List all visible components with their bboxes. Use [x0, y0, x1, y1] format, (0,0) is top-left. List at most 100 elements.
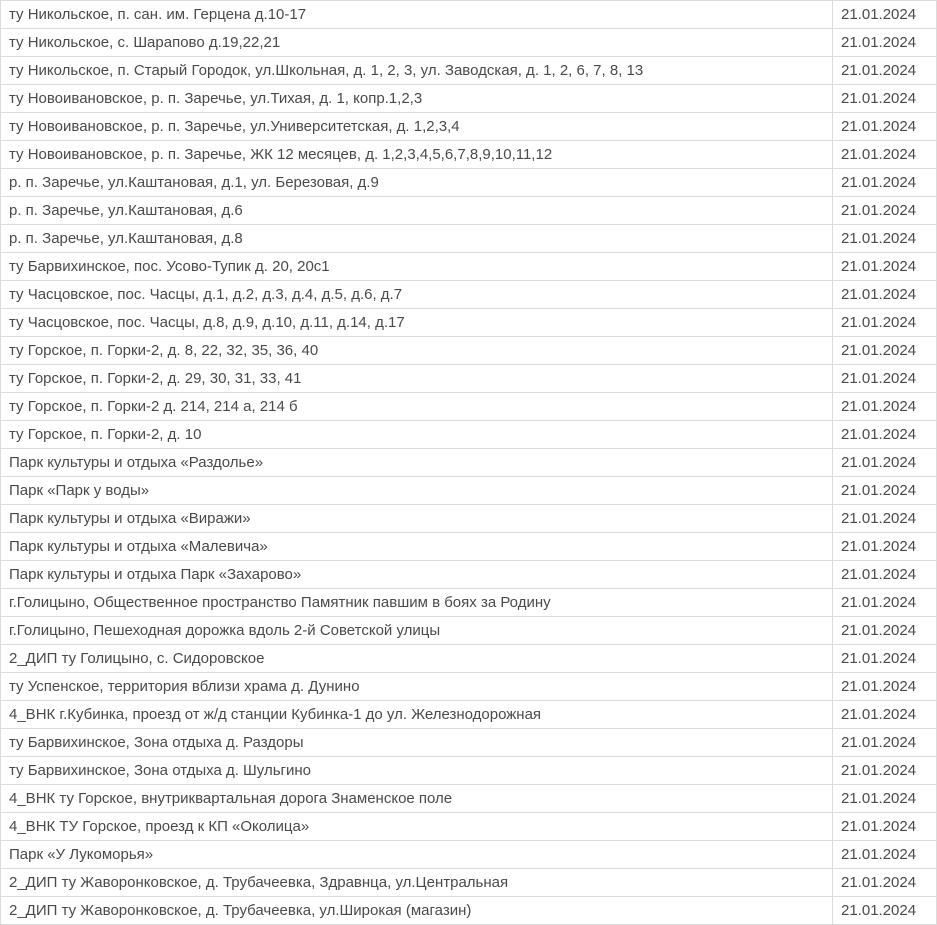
table-row: р. п. Заречье, ул.Каштановая, д.621.01.2…	[1, 197, 937, 225]
cell-address: 4_ВНК ТУ Горское, проезд к КП «Околица»	[1, 813, 833, 841]
cell-address: Парк культуры и отдыха «Виражи»	[1, 505, 833, 533]
cell-address: ту Часцовское, пос. Часцы, д.1, д.2, д.3…	[1, 281, 833, 309]
cell-date: 21.01.2024	[833, 421, 937, 449]
cell-date: 21.01.2024	[833, 589, 937, 617]
table-row: 2_ДИП ту Жаворонковское, д. Трубачеевка,…	[1, 869, 937, 897]
table-row: ту Никольское, с. Шарапово д.19,22,2121.…	[1, 29, 937, 57]
table-row: ту Горское, п. Горки-2, д. 29, 30, 31, 3…	[1, 365, 937, 393]
cell-address: 4_ВНК г.Кубинка, проезд от ж/д станции К…	[1, 701, 833, 729]
cell-address: ту Горское, п. Горки-2, д. 8, 22, 32, 35…	[1, 337, 833, 365]
cell-date: 21.01.2024	[833, 841, 937, 869]
table-row: Парк «У Лукоморья»21.01.2024	[1, 841, 937, 869]
cell-date: 21.01.2024	[833, 57, 937, 85]
cell-date: 21.01.2024	[833, 309, 937, 337]
cell-date: 21.01.2024	[833, 533, 937, 561]
cell-address: р. п. Заречье, ул.Каштановая, д.1, ул. Б…	[1, 169, 833, 197]
table-row: ту Новоивановское, р. п. Заречье, ул.Тих…	[1, 85, 937, 113]
cell-address: ту Горское, п. Горки-2 д. 214, 214 а, 21…	[1, 393, 833, 421]
cell-address: 2_ДИП ту Жаворонковское, д. Трубачеевка,…	[1, 869, 833, 897]
cell-address: Парк культуры и отдыха «Раздолье»	[1, 449, 833, 477]
cell-date: 21.01.2024	[833, 281, 937, 309]
cell-address: Парк культуры и отдыха Парк «Захарово»	[1, 561, 833, 589]
cell-date: 21.01.2024	[833, 197, 937, 225]
table-row: ту Часцовское, пос. Часцы, д.8, д.9, д.1…	[1, 309, 937, 337]
cell-date: 21.01.2024	[833, 141, 937, 169]
cell-address: г.Голицыно, Общественное пространство Па…	[1, 589, 833, 617]
table-row: ту Никольское, п. Старый Городок, ул.Шко…	[1, 57, 937, 85]
cell-date: 21.01.2024	[833, 617, 937, 645]
cell-date: 21.01.2024	[833, 1, 937, 29]
table-row: ту Никольское, п. сан. им. Герцена д.10-…	[1, 1, 937, 29]
cell-date: 21.01.2024	[833, 757, 937, 785]
cell-address: 2_ДИП ту Голицыно, с. Сидоровское	[1, 645, 833, 673]
cell-date: 21.01.2024	[833, 477, 937, 505]
schedule-table-body: ту Никольское, п. сан. им. Герцена д.10-…	[1, 1, 937, 925]
table-row: ту Горское, п. Горки-2, д. 8, 22, 32, 35…	[1, 337, 937, 365]
table-row: 2_ДИП ту Голицыно, с. Сидоровское21.01.2…	[1, 645, 937, 673]
cell-address: р. п. Заречье, ул.Каштановая, д.6	[1, 197, 833, 225]
table-row: 4_ВНК ту Горское, внутриквартальная доро…	[1, 785, 937, 813]
table-row: ту Барвихинское, Зона отдыха д. Шульгино…	[1, 757, 937, 785]
cell-date: 21.01.2024	[833, 337, 937, 365]
cell-address: ту Никольское, п. Старый Городок, ул.Шко…	[1, 57, 833, 85]
cell-address: ту Горское, п. Горки-2, д. 10	[1, 421, 833, 449]
cell-address: ту Успенское, территория вблизи храма д.…	[1, 673, 833, 701]
table-row: ту Горское, п. Горки-2, д. 1021.01.2024	[1, 421, 937, 449]
table-row: 4_ВНК ТУ Горское, проезд к КП «Околица»2…	[1, 813, 937, 841]
cell-date: 21.01.2024	[833, 673, 937, 701]
cell-address: Парк «У Лукоморья»	[1, 841, 833, 869]
cell-address: ту Никольское, с. Шарапово д.19,22,21	[1, 29, 833, 57]
cell-date: 21.01.2024	[833, 113, 937, 141]
cell-address: р. п. Заречье, ул.Каштановая, д.8	[1, 225, 833, 253]
cell-date: 21.01.2024	[833, 869, 937, 897]
cell-address: ту Новоивановское, р. п. Заречье, ул.Уни…	[1, 113, 833, 141]
cell-address: 2_ДИП ту Жаворонковское, д. Трубачеевка,…	[1, 897, 833, 925]
cell-date: 21.01.2024	[833, 561, 937, 589]
table-row: ту Успенское, территория вблизи храма д.…	[1, 673, 937, 701]
cell-address: ту Барвихинское, пос. Усово-Тупик д. 20,…	[1, 253, 833, 281]
cell-address: ту Никольское, п. сан. им. Герцена д.10-…	[1, 1, 833, 29]
cell-address: ту Часцовское, пос. Часцы, д.8, д.9, д.1…	[1, 309, 833, 337]
cell-date: 21.01.2024	[833, 645, 937, 673]
table-row: г.Голицыно, Пешеходная дорожка вдоль 2-й…	[1, 617, 937, 645]
table-row: ту Барвихинское, Зона отдыха д. Раздоры2…	[1, 729, 937, 757]
cell-date: 21.01.2024	[833, 897, 937, 925]
cell-date: 21.01.2024	[833, 169, 937, 197]
cell-date: 21.01.2024	[833, 813, 937, 841]
cell-address: Парк культуры и отдыха «Малевича»	[1, 533, 833, 561]
cell-date: 21.01.2024	[833, 393, 937, 421]
cell-address: Парк «Парк у воды»	[1, 477, 833, 505]
cell-address: ту Горское, п. Горки-2, д. 29, 30, 31, 3…	[1, 365, 833, 393]
cell-date: 21.01.2024	[833, 729, 937, 757]
schedule-table: ту Никольское, п. сан. им. Герцена д.10-…	[0, 0, 937, 925]
table-row: Парк культуры и отдыха «Виражи»21.01.202…	[1, 505, 937, 533]
cell-address: ту Новоивановское, р. п. Заречье, ул.Тих…	[1, 85, 833, 113]
table-row: р. п. Заречье, ул.Каштановая, д.821.01.2…	[1, 225, 937, 253]
cell-date: 21.01.2024	[833, 225, 937, 253]
cell-address: 4_ВНК ту Горское, внутриквартальная доро…	[1, 785, 833, 813]
cell-address: ту Барвихинское, Зона отдыха д. Раздоры	[1, 729, 833, 757]
cell-date: 21.01.2024	[833, 253, 937, 281]
cell-date: 21.01.2024	[833, 701, 937, 729]
table-row: Парк культуры и отдыха Парк «Захарово»21…	[1, 561, 937, 589]
table-row: ту Горское, п. Горки-2 д. 214, 214 а, 21…	[1, 393, 937, 421]
table-row: ту Часцовское, пос. Часцы, д.1, д.2, д.3…	[1, 281, 937, 309]
cell-date: 21.01.2024	[833, 785, 937, 813]
table-row: Парк культуры и отдыха «Раздолье»21.01.2…	[1, 449, 937, 477]
table-row: г.Голицыно, Общественное пространство Па…	[1, 589, 937, 617]
cell-address: ту Барвихинское, Зона отдыха д. Шульгино	[1, 757, 833, 785]
table-row: Парк «Парк у воды»21.01.2024	[1, 477, 937, 505]
table-row: р. п. Заречье, ул.Каштановая, д.1, ул. Б…	[1, 169, 937, 197]
cell-address: г.Голицыно, Пешеходная дорожка вдоль 2-й…	[1, 617, 833, 645]
table-row: 2_ДИП ту Жаворонковское, д. Трубачеевка,…	[1, 897, 937, 925]
cell-date: 21.01.2024	[833, 505, 937, 533]
cell-date: 21.01.2024	[833, 449, 937, 477]
cell-date: 21.01.2024	[833, 29, 937, 57]
table-row: ту Новоивановское, р. п. Заречье, ул.Уни…	[1, 113, 937, 141]
table-row: Парк культуры и отдыха «Малевича»21.01.2…	[1, 533, 937, 561]
cell-date: 21.01.2024	[833, 85, 937, 113]
cell-date: 21.01.2024	[833, 365, 937, 393]
table-row: 4_ВНК г.Кубинка, проезд от ж/д станции К…	[1, 701, 937, 729]
cell-address: ту Новоивановское, р. п. Заречье, ЖК 12 …	[1, 141, 833, 169]
table-row: ту Барвихинское, пос. Усово-Тупик д. 20,…	[1, 253, 937, 281]
